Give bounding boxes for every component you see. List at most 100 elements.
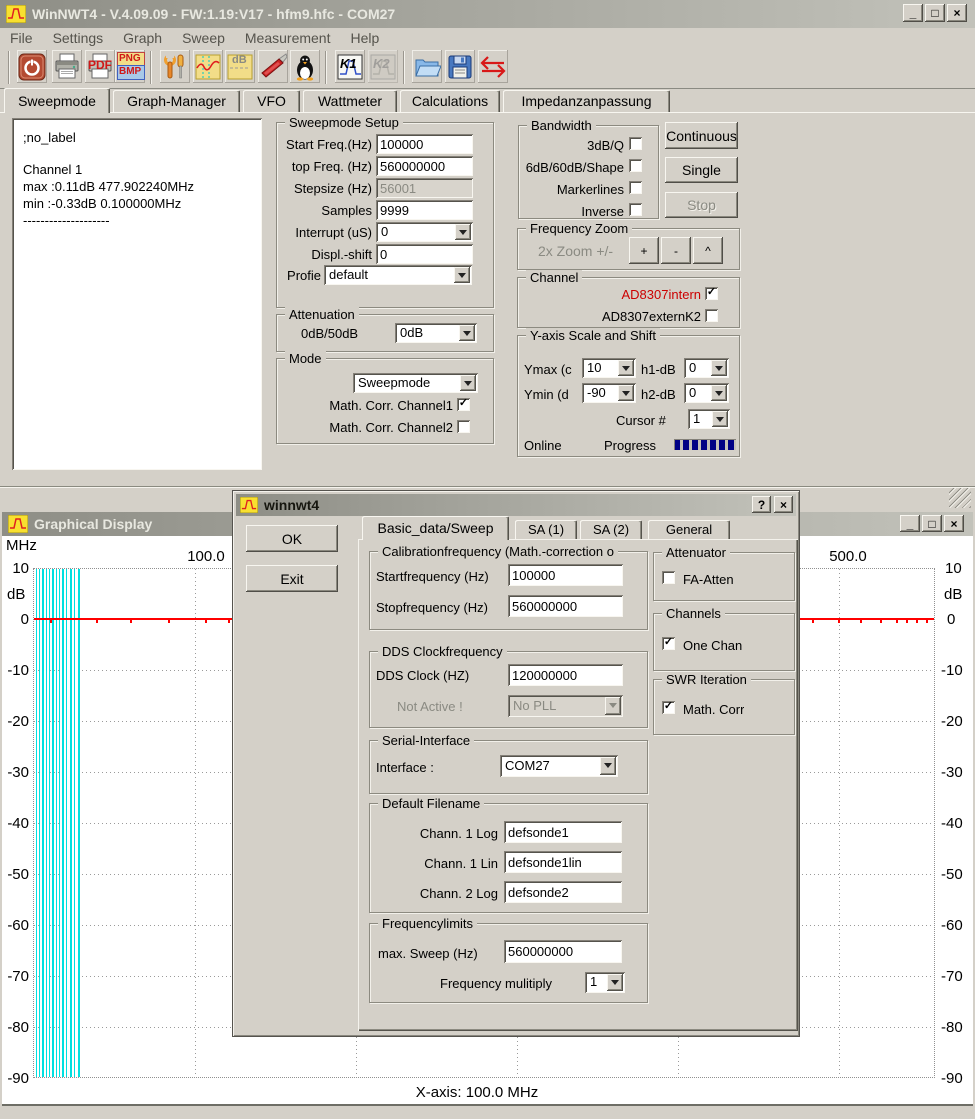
impedance-match-button[interactable] xyxy=(478,50,508,83)
tab-vfo[interactable]: VFO xyxy=(243,90,300,112)
png-bmp-icon-lower xyxy=(117,65,145,80)
dropdown-arrow-icon[interactable] xyxy=(711,360,727,376)
samples-input[interactable] xyxy=(376,200,473,220)
graph-close-button[interactable]: × xyxy=(944,515,964,532)
bw-shape-checkbox[interactable] xyxy=(629,159,642,172)
chann2-log-input[interactable] xyxy=(504,881,622,903)
bw-markerlines-checkbox[interactable] xyxy=(629,181,642,194)
menu-measurement[interactable]: Measurement xyxy=(235,30,341,46)
dialog-tab-general[interactable]: General xyxy=(648,520,730,539)
interface-select[interactable]: COM27 xyxy=(500,755,618,777)
settings-tools-button[interactable] xyxy=(160,50,190,83)
dropdown-arrow-icon[interactable] xyxy=(455,224,471,240)
freq-multiply-select[interactable]: 1 xyxy=(585,972,625,993)
mode-select[interactable]: Sweepmode xyxy=(353,373,478,393)
profile-select[interactable]: default xyxy=(324,265,472,285)
fa-atten-label: FA-Atten xyxy=(683,572,734,587)
linux-penguin-button[interactable] xyxy=(290,50,320,83)
tools-knife-button[interactable] xyxy=(258,50,288,83)
power-button[interactable] xyxy=(17,50,47,83)
export-png-bmp-button[interactable]: PNG BMP xyxy=(115,50,145,83)
dropdown-arrow-icon[interactable] xyxy=(618,360,634,376)
menu-file[interactable]: File xyxy=(0,30,43,46)
dialog-tab-sa2[interactable]: SA (2) xyxy=(580,520,642,539)
open-file-button[interactable] xyxy=(412,50,442,83)
dialog-help-button[interactable]: ? xyxy=(752,496,771,513)
stop-freq-input[interactable] xyxy=(376,156,473,176)
window-title: WinNWT4 - V.4.09.09 - FW:1.19:V17 - hfm9… xyxy=(32,6,395,22)
marker-line xyxy=(62,569,64,1077)
math-corr-checkbox[interactable] xyxy=(662,701,675,714)
ymin-select[interactable]: -90 xyxy=(582,383,636,403)
samples-label: Samples xyxy=(277,203,372,218)
h1db-select[interactable]: 0 xyxy=(684,358,729,378)
stopfrequency-input[interactable] xyxy=(508,595,623,617)
maximize-button[interactable]: □ xyxy=(925,4,945,22)
dropdown-arrow-icon[interactable] xyxy=(711,385,727,401)
save-file-button[interactable] xyxy=(445,50,475,83)
tab-impedanzanpassung[interactable]: Impedanzanpassung xyxy=(503,90,670,112)
exit-button[interactable]: Exit xyxy=(246,565,338,592)
graph-minimize-button[interactable]: _ xyxy=(900,515,920,532)
pll-select: No PLL xyxy=(508,695,623,717)
default-filename-group: Default Filename Chann. 1 Log Chann. 1 L… xyxy=(369,803,648,913)
dropdown-arrow-icon[interactable] xyxy=(600,757,616,775)
single-button[interactable]: Single xyxy=(665,157,738,183)
dialog-tab-basic-data[interactable]: Basic_data/Sweep xyxy=(362,516,509,540)
pll-value: No PLL xyxy=(513,698,556,713)
h2db-select[interactable]: 0 xyxy=(684,383,729,403)
continuous-button[interactable]: Continuous xyxy=(665,122,738,149)
math-corr-ch2-checkbox[interactable] xyxy=(457,420,470,433)
menu-settings[interactable]: Settings xyxy=(43,30,114,46)
zoom-in-button[interactable]: + xyxy=(629,237,659,264)
dialog-tab-sa1[interactable]: SA (1) xyxy=(515,520,577,539)
db-scale-button[interactable]: dB xyxy=(225,50,255,83)
bw-3db-checkbox[interactable] xyxy=(629,137,642,150)
y-tick-left: 10 xyxy=(2,560,29,577)
dropdown-arrow-icon[interactable] xyxy=(454,267,470,283)
tab-calculations[interactable]: Calculations xyxy=(400,90,500,112)
bw-inverse-checkbox[interactable] xyxy=(629,203,642,216)
dropdown-arrow-icon[interactable] xyxy=(459,325,475,341)
ad8307externk2-checkbox[interactable] xyxy=(705,309,718,322)
minimize-button[interactable]: _ xyxy=(903,4,923,22)
close-button[interactable]: × xyxy=(947,4,967,22)
max-sweep-input[interactable] xyxy=(504,940,622,963)
dropdown-arrow-icon[interactable] xyxy=(460,375,476,391)
menu-help[interactable]: Help xyxy=(340,30,389,46)
one-chan-checkbox[interactable] xyxy=(662,637,675,650)
gridline xyxy=(839,569,840,1077)
interrupt-select[interactable]: 0 xyxy=(376,222,473,242)
attenuation-select[interactable]: 0dB xyxy=(395,323,477,343)
dropdown-arrow-icon[interactable] xyxy=(712,411,728,427)
dialog-close-button[interactable]: × xyxy=(774,496,793,513)
channel2-button[interactable]: K2 xyxy=(368,50,398,83)
chann1-lin-input[interactable] xyxy=(504,851,622,873)
menu-graph[interactable]: Graph xyxy=(113,30,172,46)
resize-grip[interactable] xyxy=(949,488,971,508)
startfrequency-input[interactable] xyxy=(508,564,623,586)
ok-button[interactable]: OK xyxy=(246,525,338,552)
ad8307intern-checkbox[interactable] xyxy=(705,287,718,300)
print-button[interactable] xyxy=(52,50,82,83)
dropdown-arrow-icon[interactable] xyxy=(607,974,623,991)
print-pdf-button[interactable]: PDF xyxy=(85,50,115,83)
tab-graph-manager[interactable]: Graph-Manager xyxy=(113,90,240,112)
dropdown-arrow-icon[interactable] xyxy=(618,385,634,401)
channel1-button[interactable]: K1 xyxy=(335,50,365,83)
tab-wattmeter[interactable]: Wattmeter xyxy=(303,90,397,112)
ymax-select[interactable]: 10 xyxy=(582,358,636,378)
start-freq-input[interactable] xyxy=(376,134,473,154)
sweep-graph-button[interactable] xyxy=(193,50,223,83)
cursor-select[interactable]: 1 xyxy=(688,409,730,429)
math-corr-ch1-checkbox[interactable] xyxy=(457,398,470,411)
graph-maximize-button[interactable]: □ xyxy=(922,515,942,532)
zoom-reset-button[interactable]: ^ xyxy=(693,237,723,264)
displ-shift-input[interactable] xyxy=(376,244,473,264)
fa-atten-checkbox[interactable] xyxy=(662,571,675,584)
zoom-out-button[interactable]: - xyxy=(661,237,691,264)
chann1-log-input[interactable] xyxy=(504,821,622,843)
tab-sweepmode[interactable]: Sweepmode xyxy=(4,88,110,113)
menu-sweep[interactable]: Sweep xyxy=(172,30,235,46)
dds-clock-input[interactable] xyxy=(508,664,623,686)
